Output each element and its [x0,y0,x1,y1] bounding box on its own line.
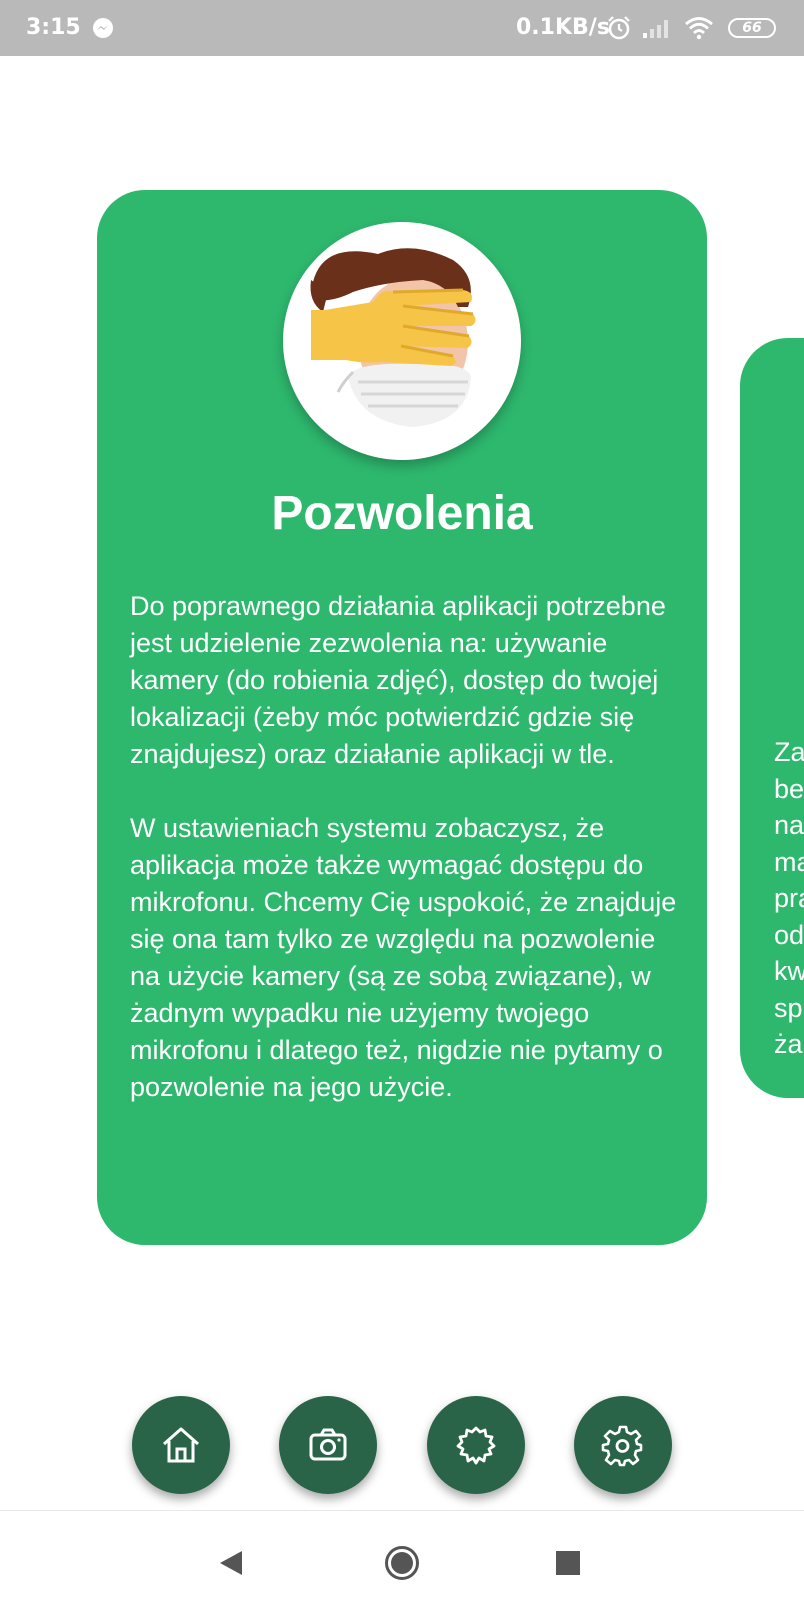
network-speed: 0.1KB/s [516,15,610,40]
recents-square-icon[interactable] [556,1551,580,1575]
next-card-text: Za be na ma pra od kw sp ża [774,737,804,1059]
screen: 3:15 0.1KB/s 66 Pozwolenia Do poprawnego… [0,0,804,1608]
camera-button[interactable] [279,1396,377,1494]
card-paragraph-1: Do poprawnego działania aplikacji potrze… [130,591,666,769]
settings-icon [601,1425,643,1467]
battery-icon: 66 [728,18,776,38]
wifi-icon [685,17,713,40]
signal-icon [643,20,668,38]
messenger-icon [93,18,113,38]
next-card[interactable]: Za be na ma pra od kw sp ża [740,338,804,1098]
home-circle-icon[interactable] [384,1545,420,1581]
badge-icon [456,1426,496,1465]
card-paragraph-2: W ustawieniach systemu zobaczysz, że apl… [130,813,677,1102]
status-bar: 3:15 0.1KB/s 66 [0,0,804,56]
permissions-card: Pozwolenia Do poprawnego działania aplik… [97,190,707,1245]
home-icon [163,1427,199,1463]
back-icon[interactable] [218,1549,244,1577]
face-covered-icon [310,248,476,427]
system-navigation-bar [0,1510,804,1608]
badge-button[interactable] [427,1396,525,1494]
home-button[interactable] [132,1396,230,1494]
alarm-icon [608,16,630,40]
card-body: Do poprawnego działania aplikacji potrze… [130,588,686,1106]
card-title: Pozwolenia [271,487,533,540]
face-covered-illustration [283,222,521,460]
settings-button[interactable] [574,1396,672,1494]
camera-icon [309,1428,347,1461]
status-time: 3:15 [26,15,81,40]
